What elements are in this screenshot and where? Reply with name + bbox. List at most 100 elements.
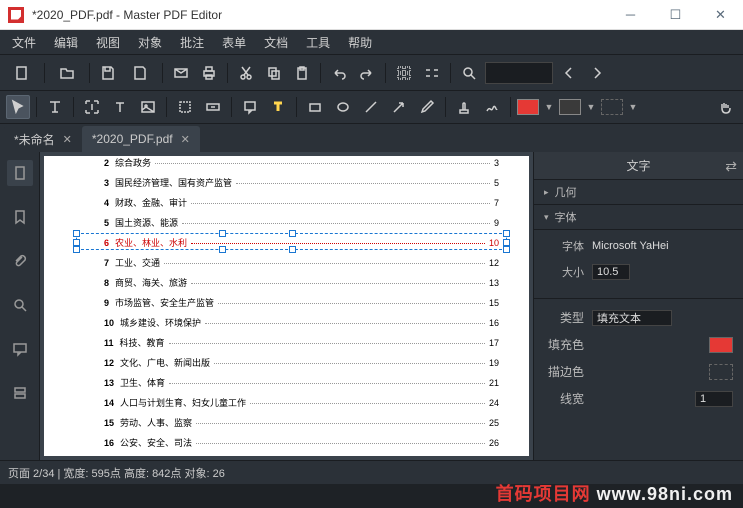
- open-button[interactable]: [51, 61, 83, 85]
- type-input[interactable]: [592, 310, 672, 326]
- menu-文档[interactable]: 文档: [256, 32, 296, 53]
- layers-panel-button[interactable]: [7, 380, 33, 406]
- menu-编辑[interactable]: 编辑: [46, 32, 86, 53]
- toc-page: 15: [489, 298, 499, 308]
- document-viewport[interactable]: 2综合政务3 3国民经济管理、国有资产监管5 4财政、金融、审计7 5国土资源、能源9…: [40, 152, 533, 460]
- stroke-color[interactable]: [709, 364, 733, 380]
- linewidth-input[interactable]: [695, 391, 733, 407]
- tab[interactable]: *未命名✕: [4, 126, 82, 152]
- save-button[interactable]: [96, 61, 120, 85]
- paste-button[interactable]: [290, 61, 314, 85]
- text-tool[interactable]: [108, 95, 132, 119]
- rect-tool[interactable]: [303, 95, 327, 119]
- panel-settings-icon[interactable]: ⇄: [725, 158, 737, 175]
- properties-panel: 文字 ⇄ ▸几何 ▾字体 字体 Microsoft YaHei 大小 类型 填充…: [533, 152, 743, 460]
- font-value[interactable]: Microsoft YaHei: [592, 240, 733, 252]
- hand-tool[interactable]: [713, 95, 737, 119]
- toc-line[interactable]: 4财政、金融、审计7: [104, 196, 499, 209]
- text-edit-tool[interactable]: [43, 95, 67, 119]
- fill-color[interactable]: [709, 337, 733, 353]
- toc-text: 市场监管、安全生产监管: [115, 296, 214, 309]
- search-panel-button[interactable]: [7, 292, 33, 318]
- toc-line[interactable]: 2综合政务3: [104, 156, 499, 169]
- search-prev-button[interactable]: [557, 61, 581, 85]
- minimize-button[interactable]: ─: [608, 0, 653, 29]
- marquee-tool[interactable]: [173, 95, 197, 119]
- arrow-tool[interactable]: [387, 95, 411, 119]
- toc-number: 16: [104, 438, 114, 448]
- maximize-button[interactable]: ☐: [653, 0, 698, 29]
- tab-close-icon[interactable]: ✕: [63, 133, 72, 146]
- search-input[interactable]: [485, 62, 553, 84]
- stamp-tool[interactable]: [452, 95, 476, 119]
- toc-number: 12: [104, 358, 114, 368]
- menu-批注[interactable]: 批注: [172, 32, 212, 53]
- linewidth-label: 线宽: [544, 390, 584, 407]
- form-text-tool[interactable]: [80, 95, 104, 119]
- line-tool[interactable]: [359, 95, 383, 119]
- print-button[interactable]: [197, 61, 221, 85]
- toc-number: 9: [104, 298, 109, 308]
- toc-line[interactable]: 16公安、安全、司法26: [104, 436, 499, 449]
- menu-视图[interactable]: 视图: [88, 32, 128, 53]
- grid-button[interactable]: [392, 61, 416, 85]
- redo-button[interactable]: [355, 61, 379, 85]
- highlight-tool[interactable]: [266, 95, 290, 119]
- sign-tool[interactable]: [480, 95, 504, 119]
- toc-line[interactable]: 9 市场监管、安全生产监管 15: [104, 296, 499, 309]
- stroke-empty-swatch[interactable]: [601, 99, 623, 115]
- toc-line[interactable]: 7工业、交通12: [104, 256, 499, 269]
- ellipse-tool[interactable]: [331, 95, 355, 119]
- toc-line[interactable]: 12文化、广电、新闻出版19: [104, 356, 499, 369]
- search-next-button[interactable]: [585, 61, 609, 85]
- attachments-panel-button[interactable]: [7, 248, 33, 274]
- toc-number: 4: [104, 198, 109, 208]
- toc-line[interactable]: 10城乡建设、环境保护16: [104, 316, 499, 329]
- menu-表单[interactable]: 表单: [214, 32, 254, 53]
- save-as-button[interactable]: [124, 61, 156, 85]
- close-button[interactable]: ✕: [698, 0, 743, 29]
- toc-line[interactable]: 5国土资源、能源9: [104, 216, 499, 229]
- undo-button[interactable]: [327, 61, 351, 85]
- tab-close-icon[interactable]: ✕: [181, 133, 190, 146]
- toc-page: 9: [494, 218, 499, 228]
- menu-对象[interactable]: 对象: [130, 32, 170, 53]
- comments-panel-button[interactable]: [7, 336, 33, 362]
- toc-number: 6: [104, 238, 109, 248]
- toc-number: 5: [104, 218, 109, 228]
- toc-line[interactable]: 15劳动、人事、监察25: [104, 416, 499, 429]
- toc-line[interactable]: 11科技、教育17: [104, 336, 499, 349]
- tab[interactable]: *2020_PDF.pdf✕: [82, 126, 200, 152]
- menu-文件[interactable]: 文件: [4, 32, 44, 53]
- cut-button[interactable]: [234, 61, 258, 85]
- menu-工具[interactable]: 工具: [298, 32, 338, 53]
- pencil-tool[interactable]: [415, 95, 439, 119]
- fill-color-dropdown[interactable]: ▼: [543, 95, 555, 119]
- stroke-dark-swatch[interactable]: [559, 99, 581, 115]
- link-tool[interactable]: [201, 95, 225, 119]
- fill-color-swatch[interactable]: [517, 99, 539, 115]
- toc-line[interactable]: 8商贸、海关、旅游13: [104, 276, 499, 289]
- section-font[interactable]: ▾字体: [534, 205, 743, 230]
- search-button[interactable]: [457, 61, 481, 85]
- mail-button[interactable]: [169, 61, 193, 85]
- snap-button[interactable]: [420, 61, 444, 85]
- stroke-dark-dropdown[interactable]: ▼: [585, 95, 597, 119]
- page-canvas[interactable]: 2综合政务3 3国民经济管理、国有资产监管5 4财政、金融、审计7 5国土资源、能源9…: [44, 156, 529, 456]
- stroke-empty-dropdown[interactable]: ▼: [627, 95, 639, 119]
- select-tool[interactable]: [6, 95, 30, 119]
- menu-帮助[interactable]: 帮助: [340, 32, 380, 53]
- bookmarks-panel-button[interactable]: [7, 204, 33, 230]
- toc-line[interactable]: 14人口与计划生育、妇女儿童工作24: [104, 396, 499, 409]
- pages-panel-button[interactable]: [7, 160, 33, 186]
- toc-line[interactable]: 6农业、林业、水利10: [104, 236, 499, 249]
- note-tool[interactable]: [238, 95, 262, 119]
- new-button[interactable]: [6, 61, 38, 85]
- image-tool[interactable]: [136, 95, 160, 119]
- size-input[interactable]: [592, 264, 630, 280]
- section-geometry[interactable]: ▸几何: [534, 180, 743, 205]
- toc-line[interactable]: 13卫生、体育21: [104, 376, 499, 389]
- copy-button[interactable]: [262, 61, 286, 85]
- toc-line[interactable]: 3国民经济管理、国有资产监管5: [104, 176, 499, 189]
- toc-text: 城乡建设、环境保护: [120, 316, 201, 329]
